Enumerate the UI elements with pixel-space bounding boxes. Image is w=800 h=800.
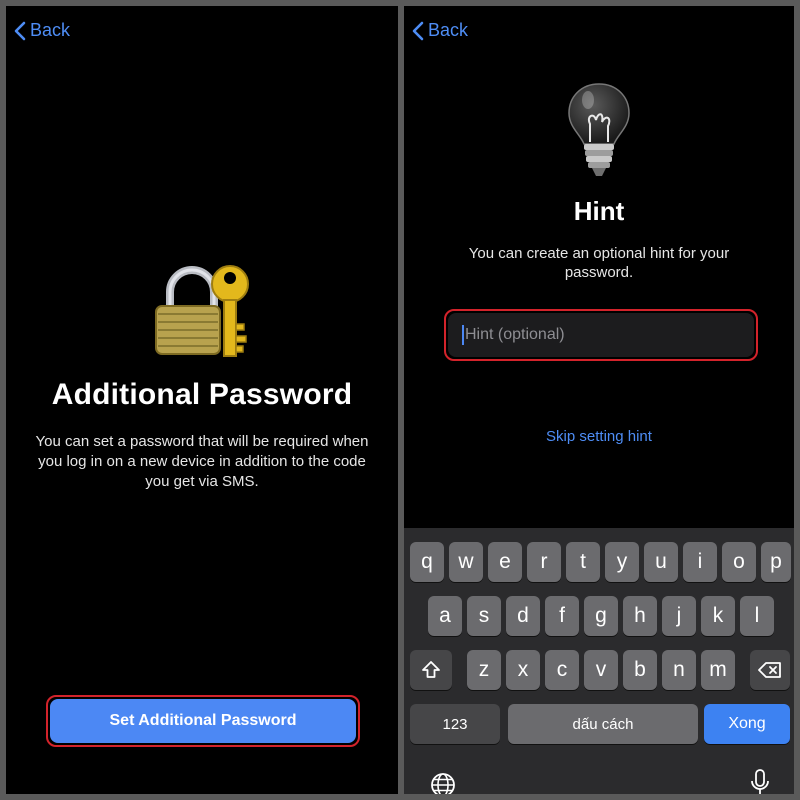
backspace-icon [758,662,781,678]
microphone-icon[interactable] [750,768,770,794]
key-x[interactable]: x [506,650,540,690]
page-description: You can create an optional hint for your… [468,245,730,281]
key-d[interactable]: d [506,596,540,636]
skip-setting-hint-link[interactable]: Skip setting hint [404,428,794,445]
shift-key[interactable] [410,650,452,690]
additional-password-screen: Back Additional Password You can set a p… [6,6,398,794]
key-r[interactable]: r [527,542,561,582]
key-z[interactable]: z [467,650,501,690]
shift-icon [422,661,440,678]
key-t[interactable]: t [566,542,600,582]
key-u[interactable]: u [644,542,678,582]
key-p[interactable]: p [761,542,791,582]
key-k[interactable]: k [701,596,735,636]
key-n[interactable]: n [662,650,696,690]
back-button[interactable]: Back [14,20,70,41]
key-s[interactable]: s [467,596,501,636]
key-o[interactable]: o [722,542,756,582]
key-e[interactable]: e [488,542,522,582]
key-y[interactable]: y [605,542,639,582]
keyboard: q w e r t y u i o p a s d f g h j k l z … [404,528,794,794]
page-title: Additional Password [51,378,353,411]
key-h[interactable]: h [623,596,657,636]
text-cursor [462,325,464,345]
back-label: Back [428,20,469,40]
page-description: You can set a password that will be requ… [35,433,369,490]
numbers-key[interactable]: 123 [410,704,500,744]
done-key[interactable]: Xong [704,704,790,744]
key-v[interactable]: v [584,650,618,690]
key-b[interactable]: b [623,650,657,690]
back-label: Back [30,20,71,40]
key-j[interactable]: j [662,596,696,636]
space-key[interactable]: dấu cách [508,704,698,744]
hint-field[interactable] [448,313,754,357]
chevron-left-icon [14,21,26,40]
backspace-key[interactable] [750,650,790,690]
key-f[interactable]: f [545,596,579,636]
set-additional-password-button[interactable]: Set Additional Password [50,699,356,743]
key-l[interactable]: l [740,596,774,636]
key-g[interactable]: g [584,596,618,636]
lock-and-key-icon [155,265,249,357]
globe-icon[interactable] [430,772,456,794]
key-q[interactable]: q [410,542,444,582]
back-button[interactable]: Back [412,20,468,41]
hint-input[interactable] [465,326,725,344]
chevron-left-icon [412,21,424,40]
hint-screen: Back Hint You can create an optional hin… [404,6,794,794]
key-a[interactable]: a [428,596,462,636]
page-title: Hint [573,196,625,226]
light-bulb-icon [568,83,630,176]
key-m[interactable]: m [701,650,735,690]
key-i[interactable]: i [683,542,717,582]
key-w[interactable]: w [449,542,483,582]
key-c[interactable]: c [545,650,579,690]
